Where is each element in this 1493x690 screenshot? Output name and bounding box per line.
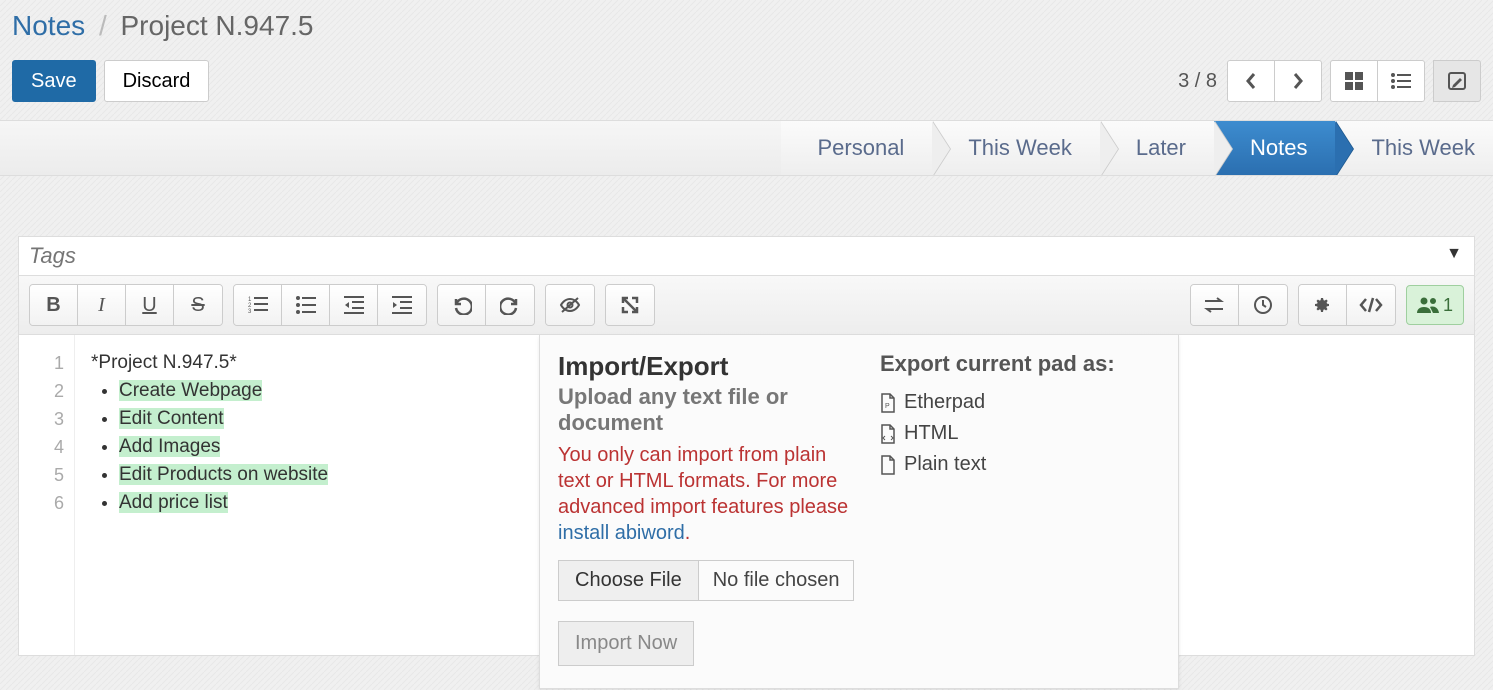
import-export-button[interactable] bbox=[1191, 285, 1239, 325]
note-card: ▼ B I U S 123 bbox=[18, 236, 1475, 656]
unordered-list-button[interactable] bbox=[282, 285, 330, 325]
fullscreen-button[interactable] bbox=[606, 285, 654, 325]
tags-dropdown-caret[interactable]: ▼ bbox=[1446, 245, 1462, 263]
svg-text:P: P bbox=[885, 403, 890, 410]
discard-button[interactable]: Discard bbox=[104, 60, 210, 102]
users-count: 1 bbox=[1443, 295, 1453, 316]
indent-button[interactable] bbox=[378, 285, 426, 325]
pager-next-button[interactable] bbox=[1274, 60, 1322, 102]
tab-this-week-2[interactable]: This Week bbox=[1335, 121, 1493, 175]
users-online[interactable]: 1 bbox=[1406, 285, 1464, 325]
indent-icon bbox=[392, 296, 412, 314]
gear-icon bbox=[1312, 295, 1332, 315]
underline-button[interactable]: U bbox=[126, 285, 174, 325]
tags-input[interactable] bbox=[29, 243, 1464, 269]
code-icon bbox=[1359, 297, 1383, 313]
chevron-left-icon bbox=[1245, 72, 1257, 90]
popup-subheading: Upload any text file or document bbox=[558, 384, 860, 436]
strike-button[interactable]: S bbox=[174, 285, 222, 325]
timeline-button[interactable] bbox=[1239, 285, 1287, 325]
strike-icon: S bbox=[191, 294, 204, 317]
file-text-icon bbox=[880, 455, 896, 475]
embed-button[interactable] bbox=[1347, 285, 1395, 325]
import-export-panel: Import/Export Upload any text file or do… bbox=[539, 335, 1179, 689]
svg-text:3: 3 bbox=[248, 309, 252, 314]
export-html[interactable]: HTML bbox=[880, 418, 1160, 449]
pager: 3 / 8 bbox=[1178, 60, 1481, 102]
view-kanban-button[interactable] bbox=[1330, 60, 1378, 102]
swap-icon bbox=[1203, 297, 1225, 313]
grid-icon bbox=[1345, 72, 1363, 90]
editor-body: 1 2 3 4 5 6 *Project N.947.5* Create Web… bbox=[19, 335, 1474, 655]
breadcrumb-root[interactable]: Notes bbox=[12, 10, 85, 41]
settings-button[interactable] bbox=[1299, 285, 1347, 325]
redo-icon bbox=[500, 295, 520, 315]
pager-prev-button[interactable] bbox=[1227, 60, 1275, 102]
edit-icon bbox=[1448, 72, 1466, 90]
file-html-icon bbox=[880, 424, 896, 444]
ordered-list-button[interactable]: 123 bbox=[234, 285, 282, 325]
breadcrumb: Notes / Project N.947.5 bbox=[0, 0, 1493, 60]
ordered-list-icon: 123 bbox=[248, 296, 268, 314]
unordered-list-icon bbox=[296, 296, 316, 314]
outdent-icon bbox=[344, 296, 364, 314]
install-abiword-link[interactable]: install abiword bbox=[558, 522, 685, 544]
popup-heading: Import/Export bbox=[558, 351, 860, 382]
file-chosen-text: No file chosen bbox=[699, 561, 854, 600]
clear-authorship-button[interactable] bbox=[546, 285, 594, 325]
list-icon bbox=[1391, 73, 1411, 89]
export-plaintext[interactable]: Plain text bbox=[880, 449, 1160, 480]
file-input-row: Choose File No file chosen bbox=[558, 560, 854, 601]
tab-this-week[interactable]: This Week bbox=[932, 121, 1100, 175]
chevron-right-icon bbox=[1292, 72, 1304, 90]
outdent-button[interactable] bbox=[330, 285, 378, 325]
view-edit-button[interactable] bbox=[1433, 60, 1481, 102]
tab-personal[interactable]: Personal bbox=[781, 121, 932, 175]
view-list-button[interactable] bbox=[1377, 60, 1425, 102]
undo-button[interactable] bbox=[438, 285, 486, 325]
breadcrumb-sep: / bbox=[93, 10, 113, 41]
export-heading: Export current pad as: bbox=[880, 351, 1160, 377]
underline-icon: U bbox=[142, 294, 156, 317]
undo-icon bbox=[452, 295, 472, 315]
line-gutter: 1 2 3 4 5 6 bbox=[19, 335, 75, 655]
stage-tabs: Personal This Week Later Notes This Week bbox=[0, 120, 1493, 176]
save-button[interactable]: Save bbox=[12, 60, 96, 102]
popup-warning: You only can import from plain text or H… bbox=[558, 442, 860, 546]
tags-row: ▼ bbox=[19, 237, 1474, 276]
redo-button[interactable] bbox=[486, 285, 534, 325]
eye-slash-icon bbox=[559, 296, 581, 314]
file-etherpad-icon: P bbox=[880, 393, 896, 413]
italic-button[interactable]: I bbox=[78, 285, 126, 325]
clock-icon bbox=[1253, 295, 1273, 315]
italic-icon: I bbox=[98, 294, 105, 317]
import-now-button[interactable]: Import Now bbox=[558, 621, 694, 666]
expand-icon bbox=[621, 296, 639, 314]
pager-text: 3 / 8 bbox=[1178, 70, 1217, 93]
editor-toolbar: B I U S 123 bbox=[19, 276, 1474, 335]
choose-file-button[interactable]: Choose File bbox=[559, 561, 699, 600]
bold-icon: B bbox=[46, 294, 60, 317]
page-title: Project N.947.5 bbox=[121, 10, 314, 41]
action-bar: Save Discard 3 / 8 bbox=[0, 60, 1493, 120]
bold-button[interactable]: B bbox=[30, 285, 78, 325]
users-icon bbox=[1417, 297, 1439, 313]
export-etherpad[interactable]: P Etherpad bbox=[880, 387, 1160, 418]
